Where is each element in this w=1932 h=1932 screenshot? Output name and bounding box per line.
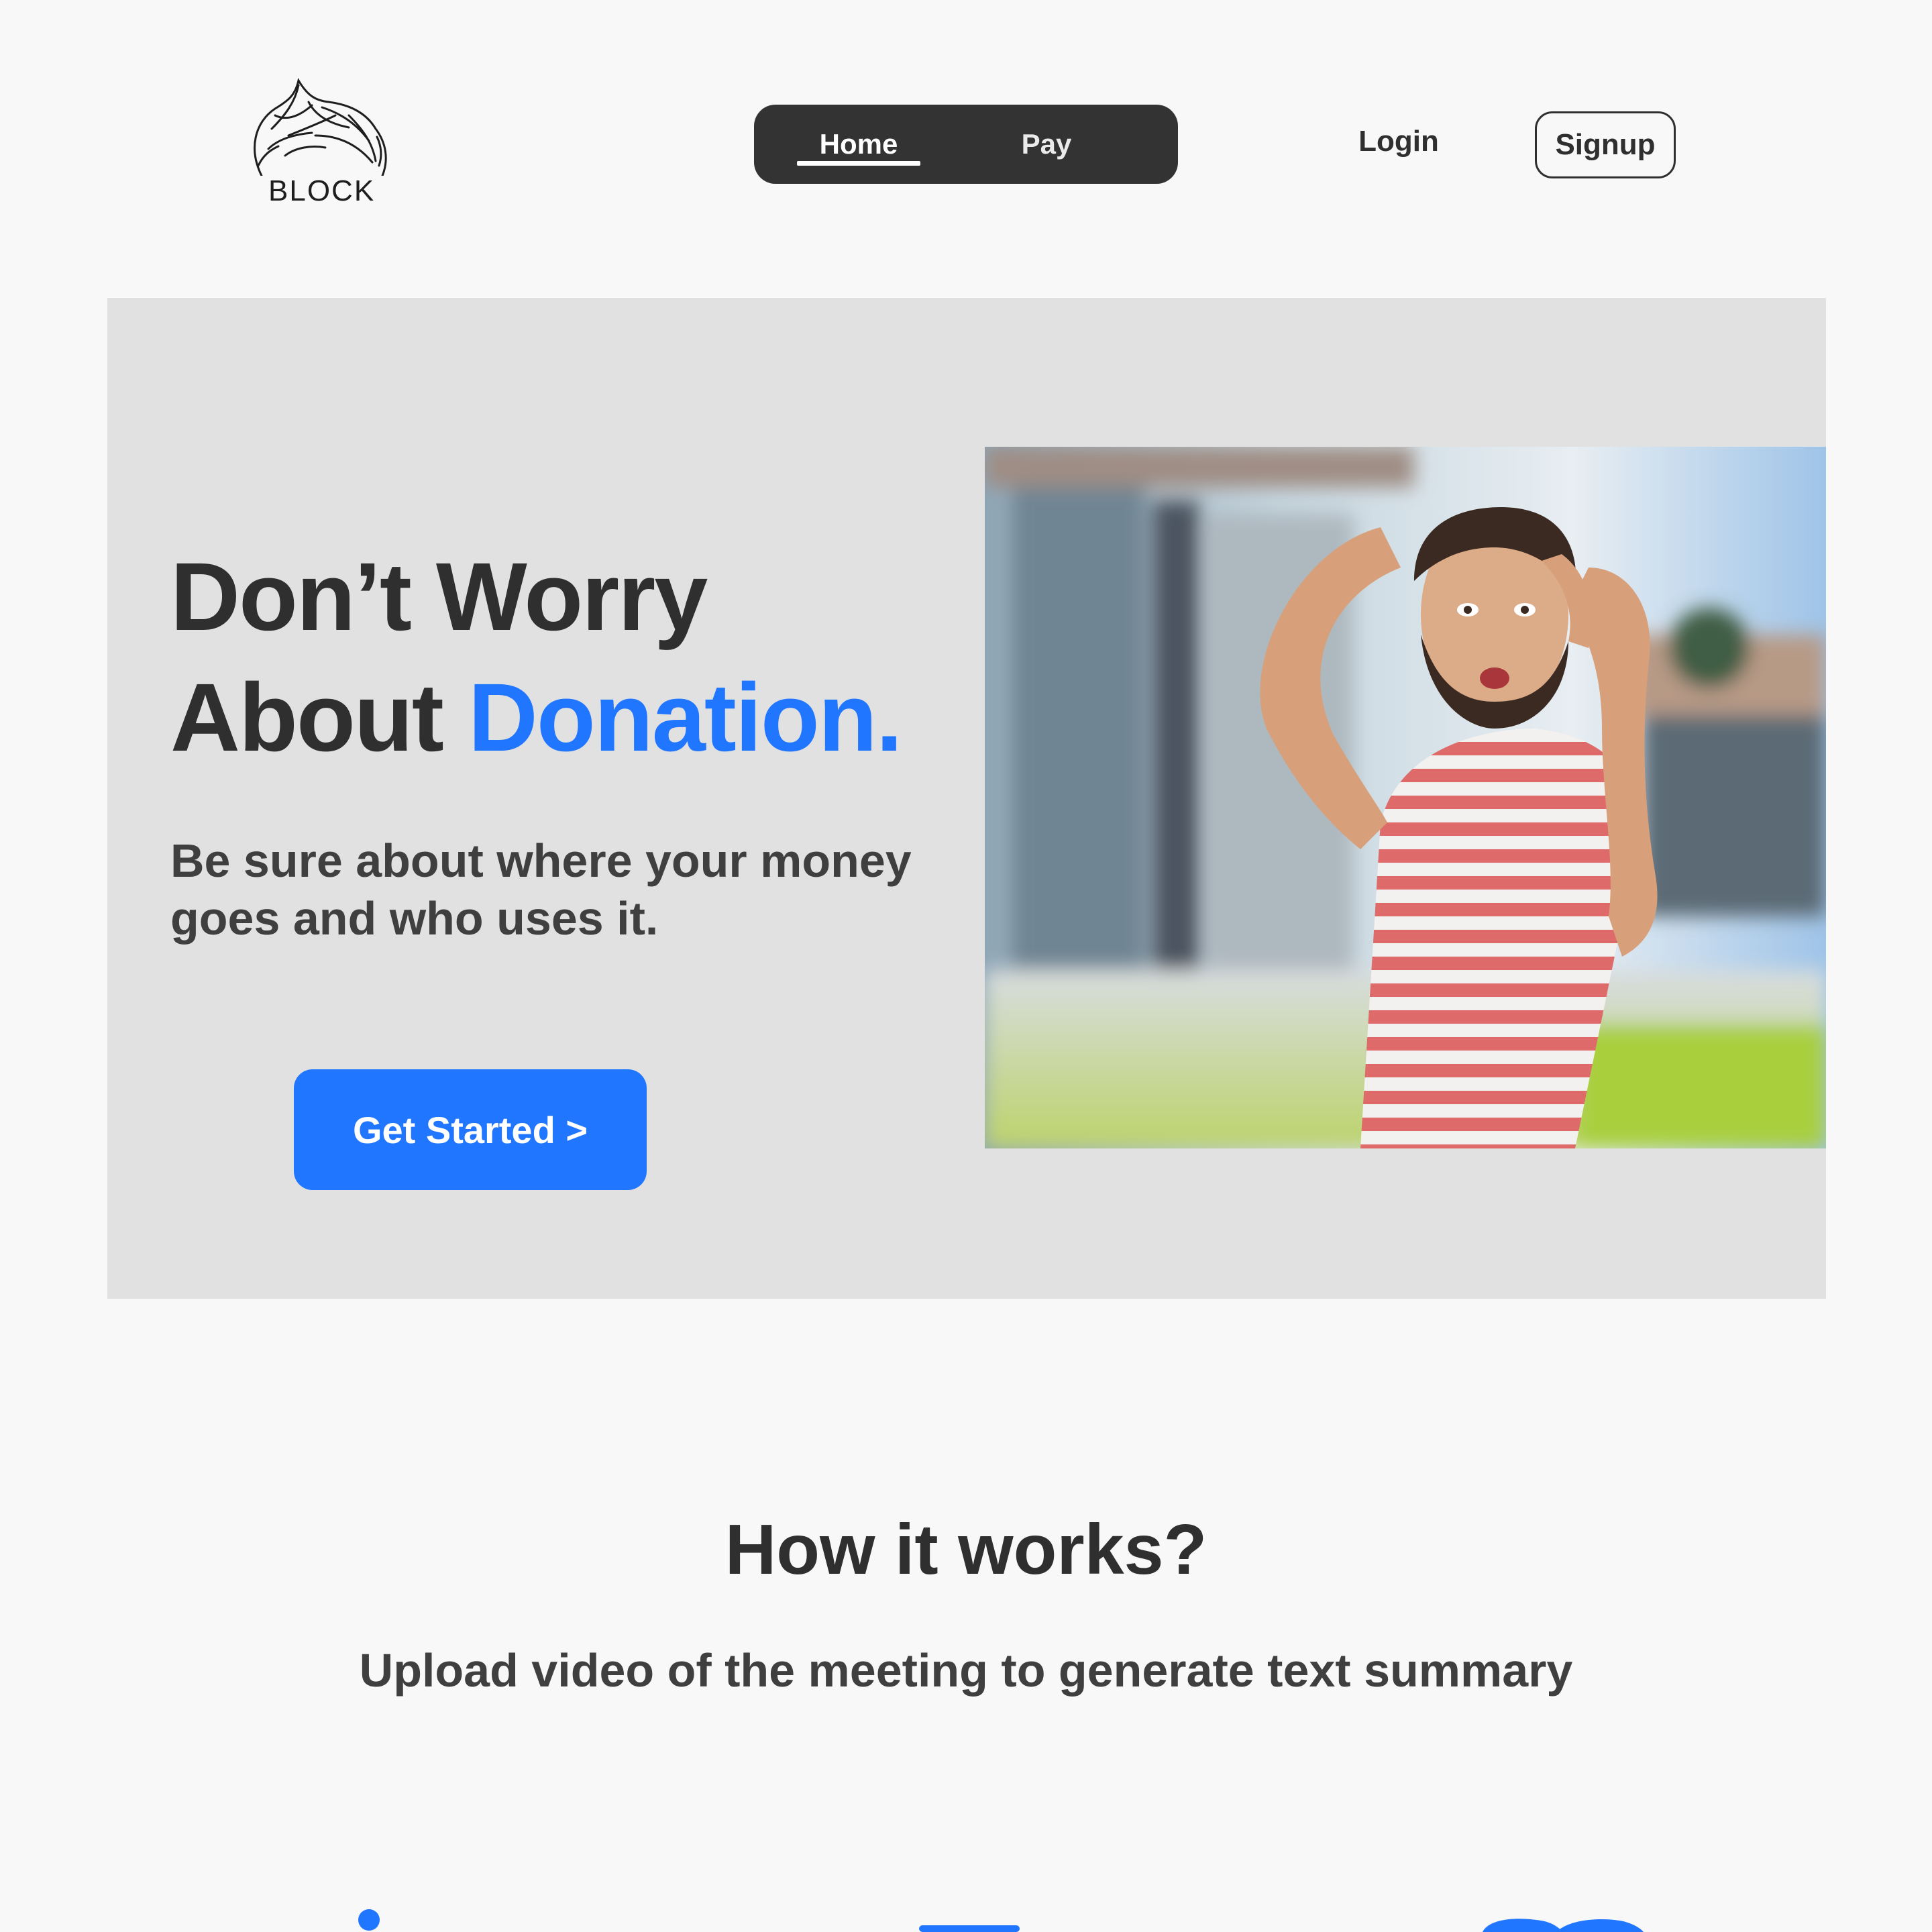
block-logo[interactable]: BLOCK [248, 75, 402, 209]
logo-wordmark: BLOCK [268, 174, 376, 207]
hero-title-line2-prefix: About [170, 663, 468, 771]
hero-title-line1: Don’t Worry [170, 543, 708, 651]
document-icon [919, 1925, 1020, 1932]
people-icon [1483, 1919, 1644, 1932]
hair-logo-icon [254, 77, 387, 176]
nav-pay-link[interactable]: Pay [1006, 121, 1087, 168]
hero-photo [985, 447, 1826, 1148]
nav-active-indicator [797, 161, 920, 166]
main-nav: Home Pay [754, 105, 1178, 184]
how-it-works-subtitle: Upload video of the meeting to generate … [359, 1644, 1573, 1697]
hero-title-accent: Donation. [468, 663, 903, 771]
login-link[interactable]: Login [1348, 118, 1449, 165]
hero-title: Don’t Worry About Donation. [170, 537, 975, 778]
landing-page: BLOCK Home Pay Login Signup Don’t Worry … [0, 0, 1932, 1932]
how-it-works-title: How it works? [724, 1510, 1208, 1589]
info-icon [358, 1909, 380, 1931]
get-started-button[interactable]: Get Started > [294, 1069, 647, 1190]
worried-man-photo [985, 447, 1826, 1148]
hero-subtitle: Be sure about where your money goes and … [170, 835, 912, 945]
signup-button[interactable]: Signup [1535, 111, 1676, 178]
